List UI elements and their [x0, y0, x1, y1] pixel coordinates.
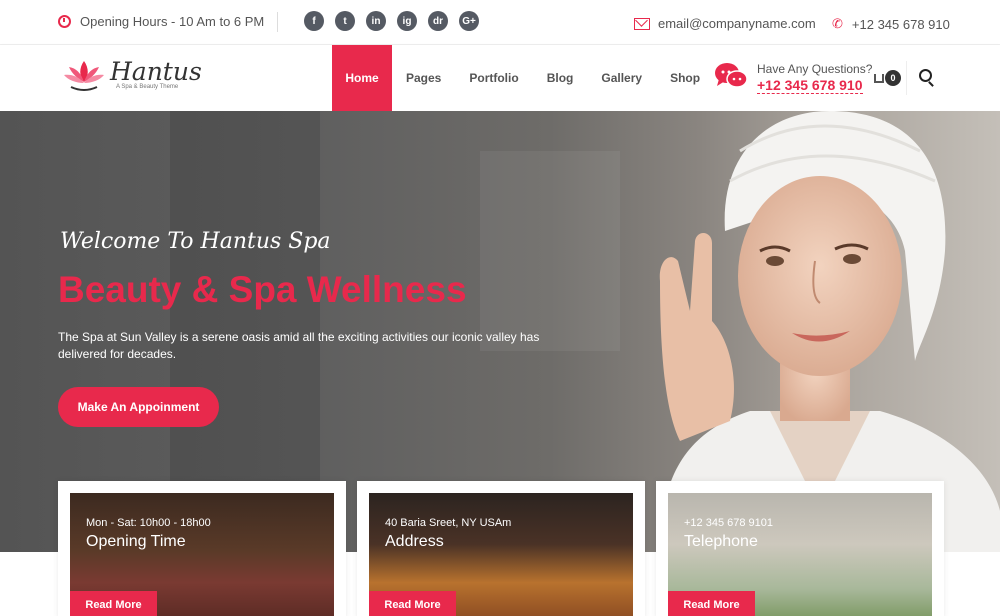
google-plus-icon[interactable]: G+ — [459, 11, 479, 31]
main-nav: Home Pages Portfolio Blog Gallery Shop — [332, 45, 714, 111]
opening-hours-text: Opening Hours - 10 Am to 6 PM — [80, 14, 265, 29]
dribbble-icon[interactable]: dr — [428, 11, 448, 31]
search-icon[interactable] — [919, 69, 932, 82]
logo[interactable]: Hantus A Spa & Beauty Theme — [62, 57, 202, 93]
chat-icon — [715, 63, 748, 88]
phone-text[interactable]: +12 345 678 910 — [852, 17, 950, 32]
social-links: f t in ig dr G+ — [304, 11, 479, 31]
cart-count-badge: 0 — [885, 70, 901, 86]
opening-hours: Opening Hours - 10 Am to 6 PM — [58, 14, 264, 29]
clock-icon — [58, 15, 71, 28]
twitter-icon[interactable]: t — [335, 11, 355, 31]
card-title: Telephone — [684, 533, 758, 550]
logo-name: Hantus — [110, 57, 202, 86]
questions-contact: Have Any Questions? +12 345 678 910 — [757, 62, 872, 95]
opening-time-card: Mon - Sat: 10h00 - 18h00 Opening Time Re… — [58, 481, 346, 616]
card-image: +12 345 678 9101 Telephone Read More — [668, 493, 932, 616]
card-subtitle: 40 Baria Sreet, NY USAm — [385, 517, 512, 529]
read-more-button[interactable]: Read More — [70, 591, 157, 616]
phone-icon: ✆ — [832, 16, 843, 31]
nav-pages[interactable]: Pages — [392, 45, 455, 111]
nav-gallery[interactable]: Gallery — [587, 45, 656, 111]
telephone-card: +12 345 678 9101 Telephone Read More — [656, 481, 944, 616]
phone-contact[interactable]: ✆ +12 345 678 910 — [832, 16, 950, 32]
card-subtitle: Mon - Sat: 10h00 - 18h00 — [86, 517, 211, 529]
questions-phone[interactable]: +12 345 678 910 — [757, 77, 863, 94]
email-contact[interactable]: email@companyname.com — [634, 16, 816, 31]
card-subtitle: +12 345 678 9101 — [684, 517, 774, 529]
card-image: Mon - Sat: 10h00 - 18h00 Opening Time Re… — [70, 493, 334, 616]
hero-description: The Spa at Sun Valley is a serene oasis … — [58, 330, 540, 361]
cart-icon — [874, 73, 884, 83]
divider — [906, 61, 907, 95]
address-card: 40 Baria Sreet, NY USAm Address Read Mor… — [357, 481, 645, 616]
divider — [277, 12, 278, 32]
email-text[interactable]: email@companyname.com — [658, 16, 816, 31]
top-bar: Opening Hours - 10 Am to 6 PM f t in ig … — [0, 0, 1000, 45]
nav-home[interactable]: Home — [332, 45, 392, 111]
card-title: Address — [385, 533, 444, 550]
card-title: Opening Time — [86, 533, 186, 550]
nav-shop[interactable]: Shop — [656, 45, 714, 111]
card-image: 40 Baria Sreet, NY USAm Address Read Mor… — [369, 493, 633, 616]
linkedin-icon[interactable]: in — [366, 11, 386, 31]
lotus-icon — [64, 61, 104, 91]
mail-icon — [634, 17, 650, 30]
hero-welcome: Welcome To Hantus Spa — [60, 229, 331, 254]
questions-label: Have Any Questions? — [757, 62, 873, 76]
nav-portfolio[interactable]: Portfolio — [455, 45, 532, 111]
read-more-button[interactable]: Read More — [369, 591, 456, 616]
facebook-icon[interactable]: f — [304, 11, 324, 31]
read-more-button[interactable]: Read More — [668, 591, 755, 616]
instagram-icon[interactable]: ig — [397, 11, 417, 31]
make-appointment-button[interactable]: Make An Appoinment — [58, 387, 219, 427]
nav-blog[interactable]: Blog — [533, 45, 588, 111]
main-header: Hantus A Spa & Beauty Theme Home Pages P… — [0, 45, 1000, 111]
cart-button[interactable]: 0 — [874, 70, 901, 86]
hero-title: Beauty & Spa Wellness — [58, 269, 467, 310]
